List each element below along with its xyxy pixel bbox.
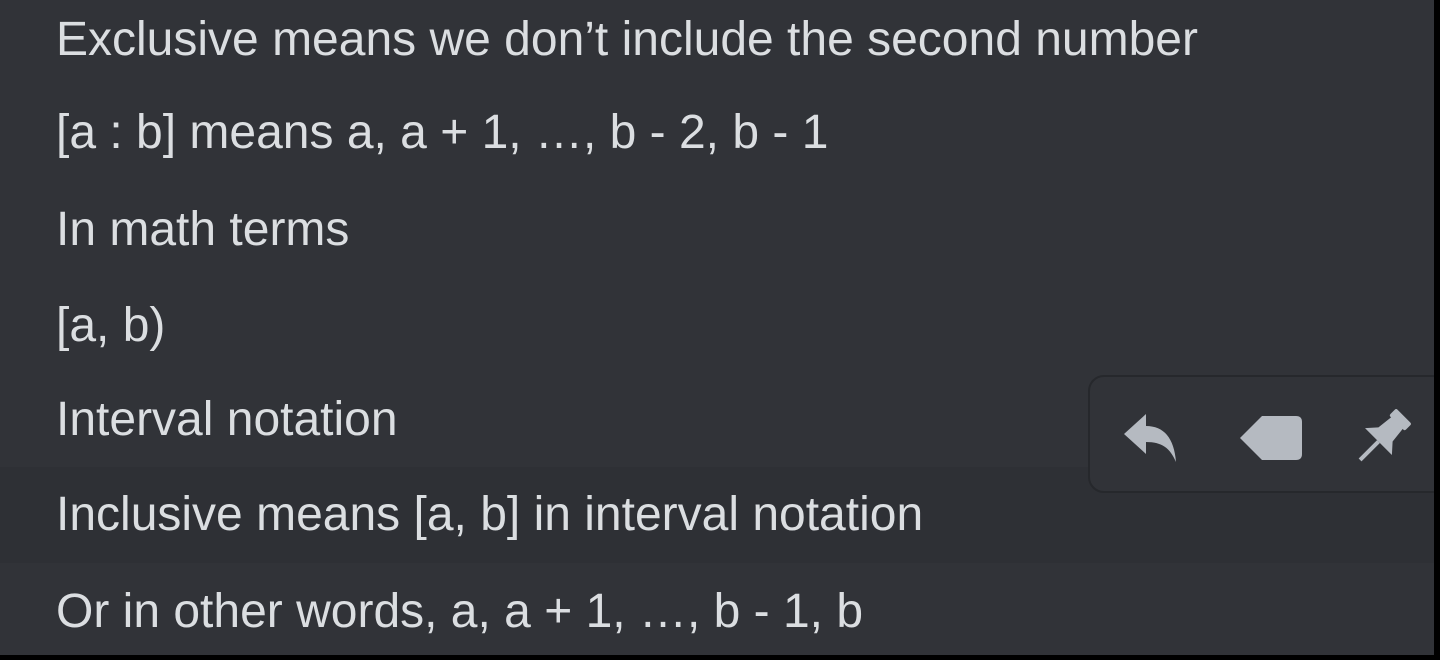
- pin-button[interactable]: [1342, 399, 1422, 477]
- reply-button[interactable]: [1110, 399, 1190, 477]
- tag-icon: [1240, 416, 1302, 460]
- chat-message-area: Exclusive means we don’t include the sec…: [0, 0, 1434, 655]
- message-text: In math terms: [56, 203, 350, 256]
- message-line: In math terms: [0, 182, 1434, 278]
- message-line: Exclusive means we don’t include the sec…: [0, 0, 1434, 88]
- message-text: Inclusive means [a, b] in interval notat…: [56, 488, 924, 541]
- reply-icon: [1124, 414, 1176, 462]
- message-text: Interval notation: [56, 393, 398, 446]
- message-actions-toolbar: [1088, 375, 1434, 493]
- message-text: Or in other words, a, a + 1, …, b - 1, b: [56, 585, 864, 638]
- message-text: Exclusive means we don’t include the sec…: [56, 13, 1198, 66]
- message-line: [a : b] means a, a + 1, …, b - 2, b - 1: [0, 85, 1434, 181]
- pin-icon: [1358, 409, 1411, 462]
- tag-button[interactable]: [1228, 399, 1308, 477]
- message-text: [a, b): [56, 299, 166, 352]
- message-line: [a, b): [0, 278, 1434, 374]
- message-text: [a : b] means a, a + 1, …, b - 2, b - 1: [56, 106, 829, 159]
- message-line: Or in other words, a, a + 1, …, b - 1, b: [0, 564, 1434, 655]
